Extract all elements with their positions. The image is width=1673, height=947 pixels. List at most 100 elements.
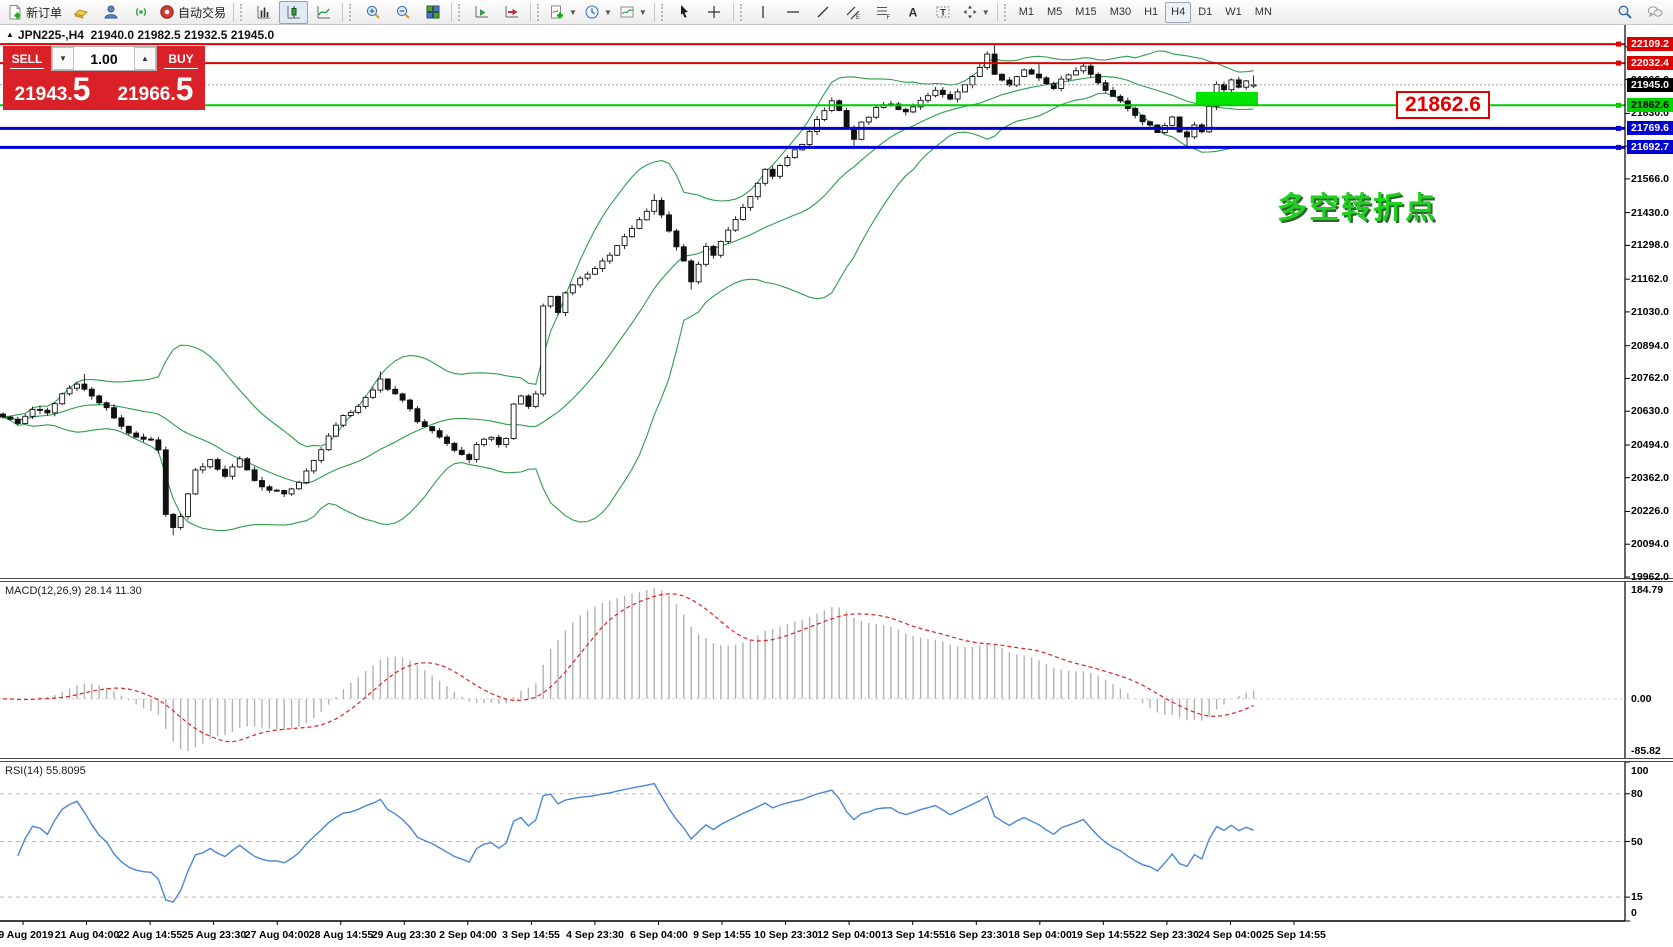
toolbar-separator (530, 2, 532, 22)
volume-increase-button[interactable]: ▲ (134, 47, 156, 70)
toolbar-grip (1003, 3, 1010, 21)
templates-button[interactable]: ▼ (616, 1, 650, 24)
toolbar-grip (739, 3, 746, 21)
chart-canvas (0, 25, 1673, 947)
text-button[interactable]: A (899, 1, 928, 24)
price-line-badge: 21769.6 (1627, 121, 1673, 135)
sell-button[interactable]: SELL (3, 46, 51, 71)
time-axis-label: 22 Aug 14:55 (117, 929, 183, 941)
macd-axis-label: 0.00 (1631, 693, 1652, 705)
buy-price[interactable]: 21966. 5 (106, 71, 205, 110)
crosshair-icon (706, 4, 722, 20)
macd-label: MACD(12,26,9) 28.14 11.30 (5, 585, 142, 597)
zoom-in-icon (365, 4, 381, 20)
vertical-line-button[interactable] (749, 1, 778, 24)
volume-stepper: ▼ 1.00 ▲ (51, 46, 157, 71)
line-chart-button[interactable] (309, 1, 338, 24)
signal-button[interactable] (126, 1, 155, 24)
rsi-pane-splitter[interactable] (0, 758, 1673, 762)
buy-button[interactable]: BUY (157, 46, 205, 71)
macd-pane-splitter[interactable] (0, 578, 1673, 582)
chevron-down-icon: ▼ (638, 7, 647, 17)
equidistant-channel-button[interactable]: E (839, 1, 868, 24)
svg-text:T: T (941, 8, 947, 18)
price-line-badge: 21692.7 (1627, 140, 1673, 154)
profile-button[interactable] (96, 1, 125, 24)
timeframe-button-mn[interactable]: MN (1249, 2, 1278, 23)
volume-decrease-button[interactable]: ▼ (52, 47, 74, 70)
new-order-icon (7, 4, 23, 20)
zoom-in-button[interactable] (358, 1, 387, 24)
time-axis-label: 10 Sep 23:30 (754, 929, 818, 941)
timeframe-button-m1[interactable]: M1 (1013, 2, 1040, 23)
candle-chart-button[interactable] (279, 0, 309, 24)
buy-price-pip: 5 (175, 71, 194, 107)
chart-shift-button[interactable] (497, 1, 526, 24)
horizontal-line-icon (785, 4, 801, 20)
search-button[interactable] (1610, 1, 1639, 24)
price-line-badge: 21862.6 (1627, 98, 1673, 112)
time-axis-label: 9 Sep 14:55 (693, 929, 751, 941)
toolbar-grip (349, 3, 355, 21)
chart-area[interactable]: ▲ JPN225-,H4 21940.0 21982.5 21932.5 2194… (0, 25, 1673, 947)
volume-input[interactable]: 1.00 (74, 47, 134, 70)
time-axis-label: 13 Sep 14:55 (881, 929, 945, 941)
time-axis-label: 27 Aug 04:00 (244, 929, 310, 941)
bar-chart-icon (256, 4, 272, 20)
bar-chart-button[interactable] (249, 1, 278, 24)
auto-scroll-button[interactable] (467, 1, 496, 24)
arrows-button[interactable]: ▼ (959, 1, 993, 24)
crosshair-button[interactable] (700, 1, 729, 24)
trend-line-button[interactable] (809, 1, 838, 24)
svg-text:F: F (887, 15, 891, 20)
timeframe-button-m5[interactable]: M5 (1041, 2, 1068, 23)
timeframe-button-w1[interactable]: W1 (1219, 2, 1248, 23)
time-axis-label: 19 Sep 14:55 (1071, 929, 1135, 941)
timeframe-button-h4[interactable]: H4 (1165, 1, 1192, 23)
chart-ohlc-values: 21940.0 21982.5 21932.5 21945.0 (90, 28, 275, 42)
price-tick-label: 21430.0 (1631, 207, 1669, 219)
rsi-axis-label: 80 (1631, 788, 1643, 800)
timeframe-button-h1[interactable]: H1 (1138, 2, 1164, 23)
buy-price-main: 21966 (117, 84, 171, 105)
price-callout-box: 21862.6 (1396, 91, 1490, 119)
tile-windows-button[interactable] (418, 1, 447, 24)
sell-price-pip: 5 (72, 71, 91, 107)
price-tick-label: 21566.0 (1631, 173, 1669, 185)
timeframe-button-m15[interactable]: M15 (1069, 2, 1102, 23)
periods-button[interactable]: ▼ (581, 1, 615, 24)
auto-scroll-icon (474, 4, 490, 20)
sell-price-main: 21943 (14, 84, 68, 105)
collapse-triangle-icon[interactable]: ▲ (6, 30, 14, 39)
toolbar-separator (451, 2, 453, 22)
auto-trading-label: 自动交易 (178, 5, 227, 20)
tile-windows-icon (425, 4, 441, 20)
cursor-button[interactable] (670, 1, 699, 24)
line-chart-icon (316, 4, 332, 20)
zoom-out-button[interactable] (388, 1, 417, 24)
time-axis-label: 25 Sep 14:55 (1262, 929, 1326, 941)
auto-trading-button[interactable]: 自动交易 (156, 1, 229, 24)
new-order-button[interactable]: 新订单 (4, 1, 65, 24)
macd-axis-label: -85.82 (1631, 745, 1661, 757)
rsi-axis-label: 0 (1631, 907, 1637, 919)
chat-button[interactable] (1640, 1, 1669, 24)
toolbar-grip (660, 3, 667, 21)
vertical-line-icon (755, 4, 771, 20)
time-axis-label: 21 Aug 04:00 (54, 929, 120, 941)
signal-icon (133, 4, 149, 20)
fibonacci-button[interactable]: F (869, 1, 898, 24)
economic-news-button[interactable] (66, 1, 95, 24)
chevron-down-icon: ▼ (569, 7, 577, 17)
text-label-button[interactable]: T (929, 1, 958, 24)
timeframe-button-m30[interactable]: M30 (1104, 2, 1137, 23)
sell-price[interactable]: 21943. 5 (3, 71, 102, 110)
economic-news-icon (73, 4, 89, 20)
price-tick-label: 20762.0 (1631, 372, 1669, 384)
timeframe-button-d1[interactable]: D1 (1192, 2, 1218, 23)
time-axis-label: 28 Aug 14:55 (308, 929, 374, 941)
time-axis-label: 29 Aug 23:30 (371, 929, 437, 941)
templates-icon (619, 4, 635, 20)
indicators-button[interactable]: ▼ (546, 1, 580, 24)
horizontal-line-button[interactable] (779, 1, 808, 24)
